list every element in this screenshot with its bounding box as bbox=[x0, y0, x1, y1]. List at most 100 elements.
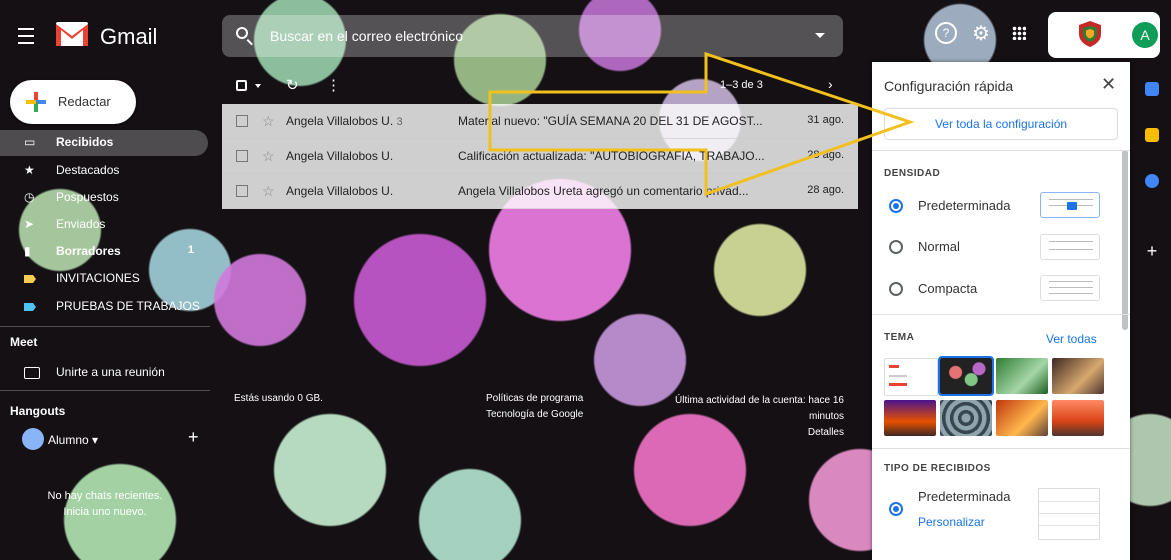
meet-join-link[interactable]: Unirte a una reunión bbox=[0, 360, 208, 386]
table-row[interactable]: ☆ Angela Villalobos U. Angela Villalobos… bbox=[222, 174, 858, 209]
sidebar-item-pruebas-de-trabajos[interactable]: PRUEBAS DE TRABAJOS bbox=[0, 294, 208, 320]
select-options-chevron-down-icon[interactable] bbox=[255, 84, 261, 88]
search-icon[interactable] bbox=[236, 27, 248, 39]
help-icon[interactable]: ? bbox=[935, 22, 957, 44]
sidebar-item-label: INVITACIONES bbox=[56, 271, 140, 285]
compose-button[interactable]: Redactar bbox=[10, 80, 136, 124]
sidebar-item-label: Destacados bbox=[56, 163, 120, 177]
apps-grid-icon[interactable] bbox=[1012, 26, 1026, 40]
tasks-icon[interactable] bbox=[1145, 174, 1159, 188]
next-page-chevron-icon[interactable]: › bbox=[828, 76, 833, 92]
keep-icon[interactable] bbox=[1145, 128, 1159, 142]
theme-chess-thumbnail[interactable] bbox=[1052, 358, 1104, 394]
density-default-preview[interactable] bbox=[1040, 192, 1100, 218]
gmail-wordmark[interactable]: Gmail bbox=[100, 24, 157, 50]
avatar[interactable]: A bbox=[1132, 22, 1158, 48]
sidebar-item-recibidos[interactable]: ▭ Recibidos bbox=[0, 130, 208, 156]
section-divider bbox=[872, 150, 1130, 151]
density-normal-radio[interactable] bbox=[889, 240, 903, 254]
density-default-radio[interactable] bbox=[889, 199, 903, 213]
star-icon: ★ bbox=[24, 163, 35, 177]
mail-date: 28 ago. bbox=[807, 184, 844, 196]
density-option-label[interactable]: Predeterminada bbox=[918, 198, 1011, 213]
row-checkbox[interactable] bbox=[236, 150, 248, 162]
see-all-settings-button[interactable]: Ver toda la configuración bbox=[884, 108, 1118, 140]
theme-bokeh-thumbnail[interactable] bbox=[938, 356, 994, 396]
customize-inbox-link[interactable]: Personalizar bbox=[918, 515, 985, 529]
inbox-type-default-radio[interactable] bbox=[889, 502, 903, 516]
star-icon[interactable]: ☆ bbox=[262, 113, 275, 130]
side-panel: + bbox=[1133, 62, 1171, 560]
organization-shield-icon[interactable] bbox=[1078, 20, 1102, 48]
search-bar[interactable]: Buscar en el correo electrónico bbox=[222, 15, 843, 57]
theme-sunset-thumbnail[interactable] bbox=[884, 400, 936, 436]
table-row[interactable]: ☆ Angela Villalobos U. 3 Material nuevo:… bbox=[222, 104, 858, 139]
mail-toolbar: ↻ ⋮ 1–3 de 3 › bbox=[222, 72, 858, 102]
density-section-title: DENSIDAD bbox=[884, 168, 941, 179]
sidebar-divider bbox=[0, 390, 210, 391]
panel-scrollbar[interactable] bbox=[1122, 150, 1128, 330]
density-option-label[interactable]: Normal bbox=[918, 239, 960, 254]
add-addon-plus-icon[interactable]: + bbox=[1145, 242, 1159, 260]
draft-icon: ▮ bbox=[24, 244, 31, 258]
sidebar-item-label: Recibidos bbox=[56, 135, 114, 149]
sidebar-item-pospuestos[interactable]: ◷ Pospuestos bbox=[0, 185, 208, 211]
density-normal-preview[interactable] bbox=[1040, 234, 1100, 260]
search-options-chevron-down-icon[interactable] bbox=[815, 33, 825, 38]
inbox-type-option-label[interactable]: Predeterminada bbox=[918, 489, 1011, 504]
last-activity-line: minutos bbox=[808, 411, 844, 422]
sidebar-divider bbox=[0, 326, 210, 327]
theme-nature-thumbnail[interactable] bbox=[996, 358, 1048, 394]
pagination-range: 1–3 de 3 bbox=[720, 79, 763, 91]
density-option-label[interactable]: Compacta bbox=[918, 281, 977, 296]
density-compact-radio[interactable] bbox=[889, 282, 903, 296]
more-options-icon[interactable]: ⋮ bbox=[326, 76, 341, 94]
see-all-themes-link[interactable]: Ver todas bbox=[1046, 332, 1097, 346]
calendar-icon[interactable] bbox=[1145, 82, 1159, 96]
select-all-checkbox[interactable] bbox=[236, 80, 247, 91]
main-menu-icon[interactable] bbox=[18, 28, 34, 44]
theme-autumn-thumbnail[interactable] bbox=[996, 400, 1048, 436]
search-input[interactable]: Buscar en el correo electrónico bbox=[270, 28, 463, 44]
inbox-type-section-title: TIPO DE RECIBIDOS bbox=[884, 463, 991, 474]
star-icon[interactable]: ☆ bbox=[262, 148, 275, 165]
hangouts-user-name[interactable]: Alumno ▾ bbox=[48, 433, 98, 447]
row-checkbox[interactable] bbox=[236, 185, 248, 197]
mail-sender: Angela Villalobos U. bbox=[286, 149, 394, 163]
density-compact-preview[interactable] bbox=[1040, 275, 1100, 301]
mail-list: ☆ Angela Villalobos U. 3 Material nuevo:… bbox=[222, 104, 858, 209]
theme-abstract-thumbnail[interactable] bbox=[940, 400, 992, 436]
table-row[interactable]: ☆ Angela Villalobos U. Calificación actu… bbox=[222, 139, 858, 174]
mail-subject: Angela Villalobos Ureta agregó un coment… bbox=[458, 184, 749, 198]
no-chats-line: No hay chats recientes. bbox=[47, 490, 163, 502]
clock-icon: ◷ bbox=[24, 190, 35, 204]
row-checkbox[interactable] bbox=[236, 115, 248, 127]
mail-subject: Material nuevo: "GUÍA SEMANA 20 DEL 31 D… bbox=[458, 114, 763, 128]
quick-settings-title: Configuración rápida bbox=[884, 78, 1014, 94]
send-icon: ➤ bbox=[24, 217, 35, 231]
sidebar-item-destacados[interactable]: ★ Destacados bbox=[0, 158, 208, 184]
close-icon[interactable]: ✕ bbox=[1101, 74, 1116, 95]
gear-icon[interactable]: ⚙ bbox=[972, 21, 990, 46]
inbox-type-preview[interactable] bbox=[1038, 488, 1100, 540]
meet-join-label: Unirte a una reunión bbox=[56, 365, 165, 379]
gmail-logo-icon[interactable] bbox=[56, 22, 88, 46]
new-chat-plus-icon[interactable]: + bbox=[188, 427, 199, 448]
start-new-chat-link[interactable]: Inicia uno nuevo. bbox=[0, 504, 210, 520]
theme-section-title: TEMA bbox=[884, 332, 915, 343]
sidebar-item-invitaciones[interactable]: INVITACIONES bbox=[0, 266, 208, 292]
hangouts-user-avatar[interactable] bbox=[22, 428, 44, 450]
meet-section-title: Meet bbox=[10, 335, 38, 349]
mail-sender: Angela Villalobos U. bbox=[286, 184, 394, 198]
details-link[interactable]: Detalles bbox=[600, 425, 844, 441]
last-activity-line: Última actividad de la cuenta: hace 16 bbox=[675, 395, 844, 406]
star-icon[interactable]: ☆ bbox=[262, 183, 275, 200]
theme-default-thumbnail[interactable] bbox=[884, 358, 938, 396]
mail-subject: Calificación actualizada: "AUTOBIOGRAFÍA… bbox=[458, 149, 765, 163]
mail-date: 31 ago. bbox=[807, 114, 844, 126]
theme-canyon-thumbnail[interactable] bbox=[1052, 400, 1104, 436]
refresh-icon[interactable]: ↻ bbox=[286, 76, 299, 94]
sidebar-item-enviados[interactable]: ➤ Enviados bbox=[0, 212, 208, 238]
sidebar-item-borradores[interactable]: ▮ Borradores 1 bbox=[0, 239, 208, 265]
program-policies-link[interactable]: Políticas de programa bbox=[486, 393, 583, 404]
